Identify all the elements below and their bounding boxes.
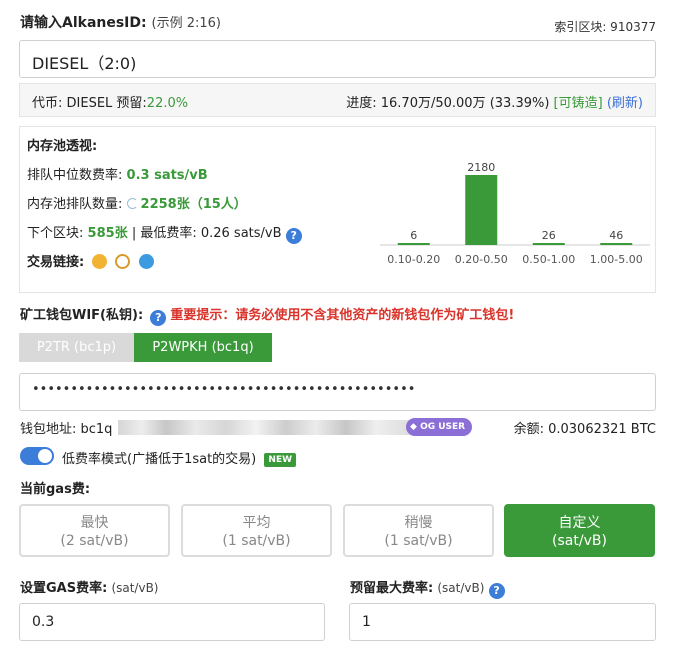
- chart-data-label: 6: [410, 229, 417, 242]
- fee-distribution-chart: 6 0.10-0.20 2180 0.20-0.50 26 0.50-1.00 46 1.00…: [380, 141, 650, 291]
- max-rate-unit: (sat/vB): [437, 581, 485, 595]
- diamond-icon: ◆: [410, 422, 417, 432]
- block-index: 索引区块: 910377: [554, 20, 656, 34]
- chart-tick-label: 0.20-0.50: [455, 253, 508, 266]
- gas-title: 当前gas费:: [20, 482, 91, 497]
- mintable-link[interactable]: [可铸造]: [554, 96, 603, 111]
- min-fee-text: | 最低费率: 0.26 sats/vB: [131, 226, 282, 241]
- gas-option-slow[interactable]: 稍慢 (1 sat/vB): [343, 504, 494, 557]
- wif-label: 矿工钱包WIF(私钥):: [20, 308, 144, 323]
- chart-bar: [465, 175, 498, 245]
- gas-option-name: 自定义: [558, 515, 601, 531]
- toggle-knob: [38, 449, 52, 463]
- gas-rate-input[interactable]: 0.3: [19, 603, 325, 641]
- new-badge: NEW: [264, 453, 297, 467]
- median-fee-label: 排队中位数费率:: [27, 168, 123, 183]
- next-block-row: 下个区块: 585张 | 最低费率: 0.26 sats/vB ?: [27, 222, 302, 244]
- max-rate-input[interactable]: 1: [349, 603, 656, 641]
- tx-links-row: 交易链接:: [27, 251, 154, 270]
- queue-count-row: 内存池排队数量: 2258张（15人）: [27, 193, 247, 212]
- next-block-label: 下个区块:: [27, 226, 84, 241]
- queue-count-label: 内存池排队数量:: [27, 197, 123, 212]
- wallet-balance: 余额: 0.03062321 BTC: [513, 422, 656, 437]
- gas-rate-unit: (sat/vB): [111, 581, 159, 595]
- next-block-value: 585张: [87, 226, 128, 241]
- mempool-title: 内存池透视:: [27, 139, 98, 154]
- max-rate-label: 预留最大费率:: [350, 581, 434, 596]
- alkanes-id-input-value: DIESEL（2:0): [32, 54, 137, 73]
- alkanes-id-example: (示例 2:16): [151, 16, 221, 31]
- og-user-badge: ◆ OG USER: [406, 418, 473, 436]
- gas-option-rate: (sat/vB): [552, 533, 607, 549]
- gas-rate-label-row: 设置GAS费率: (sat/vB): [20, 577, 159, 596]
- low-fee-row: 低费率模式(广播低于1sat的交易) NEW: [62, 448, 297, 467]
- chart-data-label: 2180: [467, 161, 495, 174]
- refresh-link[interactable]: (刷新): [607, 96, 643, 111]
- gas-option-custom[interactable]: 自定义 (sat/vB): [504, 504, 655, 557]
- tab-p2tr[interactable]: P2TR (bc1p): [19, 333, 134, 362]
- low-fee-label: 低费率模式(广播低于1sat的交易): [62, 452, 257, 467]
- og-badge-label: OG USER: [420, 422, 466, 432]
- max-rate-label-row: 预留最大费率: (sat/vB) ?: [350, 577, 505, 599]
- mempool-link-icon[interactable]: [138, 254, 154, 269]
- gas-option-rate: (1 sat/vB): [222, 533, 291, 549]
- chart-bar: [600, 243, 633, 245]
- gas-rate-label: 设置GAS费率:: [20, 581, 108, 596]
- address-blur: [118, 420, 418, 435]
- chart-tick-label: 0.10-0.20: [387, 253, 440, 266]
- wallet-warning: 重要提示：请务必使用不含其他资产的新钱包作为矿工钱包!: [170, 308, 515, 323]
- low-fee-toggle[interactable]: [20, 447, 54, 465]
- ordinals-link-icon[interactable]: [115, 254, 131, 269]
- token-label: 代币: DIESEL 预留:: [32, 96, 147, 111]
- mempool-panel: 内存池透视: 排队中位数费率: 0.3 sats/vB 内存池排队数量: 225…: [19, 126, 656, 293]
- wallet-address-row: 钱包地址: bc1q: [20, 418, 418, 437]
- token-reserve: 代币: DIESEL 预留:22.0%: [32, 92, 188, 111]
- help-icon[interactable]: ?: [285, 228, 302, 244]
- token-info-bar: 代币: DIESEL 预留:22.0% 进度: 16.70万/50.00万 (3…: [19, 83, 656, 117]
- explorer-link-icon[interactable]: [92, 254, 108, 269]
- loading-spinner-icon: [126, 198, 138, 209]
- tab-p2wpkh[interactable]: P2WPKH (bc1q): [134, 333, 272, 362]
- wallet-address: 钱包地址: bc1q: [20, 422, 113, 437]
- chart-tick-label: 0.50-1.00: [522, 253, 575, 266]
- help-icon[interactable]: ?: [488, 583, 505, 599]
- fee-chart-svg: 6 0.10-0.20 2180 0.20-0.50 26 0.50-1.00 46 1.00…: [380, 161, 650, 266]
- tx-links-label: 交易链接:: [27, 255, 85, 270]
- gas-option-rate: (2 sat/vB): [60, 533, 129, 549]
- alkanes-id-heading: 请输入AlkanesID: (示例 2:16): [20, 12, 221, 32]
- chart-data-label: 46: [609, 229, 623, 242]
- wif-input[interactable]: ••••••••••••••••••••••••••••••••••••••••…: [19, 373, 656, 411]
- chart-data-label: 26: [542, 229, 556, 242]
- queue-count-value: 2258张（15人）: [140, 197, 247, 212]
- wif-label-row: 矿工钱包WIF(私钥): ? 重要提示：请务必使用不含其他资产的新钱包作为矿工钱…: [20, 304, 514, 326]
- max-rate-value: 1: [362, 614, 371, 630]
- chart-tick-label: 1.00-5.00: [590, 253, 643, 266]
- alkanes-id-input[interactable]: DIESEL（2:0): [19, 40, 656, 78]
- token-reserve-value: 22.0%: [146, 96, 189, 111]
- help-icon[interactable]: ?: [150, 310, 167, 326]
- wif-input-value: ••••••••••••••••••••••••••••••••••••••••…: [32, 382, 416, 397]
- chart-bar: [532, 243, 565, 245]
- gas-option-rate: (1 sat/vB): [384, 533, 453, 549]
- median-fee-value: 0.3 sats/vB: [126, 168, 208, 183]
- token-progress: 进度: 16.70万/50.00万 (33.39%) [可铸造] (刷新): [346, 92, 643, 111]
- gas-option-name: 平均: [242, 515, 271, 531]
- chart-bar: [397, 243, 430, 245]
- gas-option-fastest[interactable]: 最快 (2 sat/vB): [19, 504, 170, 557]
- gas-option-average[interactable]: 平均 (1 sat/vB): [181, 504, 332, 557]
- progress-text: 进度: 16.70万/50.00万 (33.39%): [346, 96, 550, 111]
- alkanes-id-title: 请输入AlkanesID:: [20, 15, 147, 31]
- median-fee-row: 排队中位数费率: 0.3 sats/vB: [27, 164, 208, 183]
- gas-rate-value: 0.3: [32, 614, 55, 630]
- gas-option-name: 最快: [80, 515, 109, 531]
- gas-option-name: 稍慢: [404, 515, 433, 531]
